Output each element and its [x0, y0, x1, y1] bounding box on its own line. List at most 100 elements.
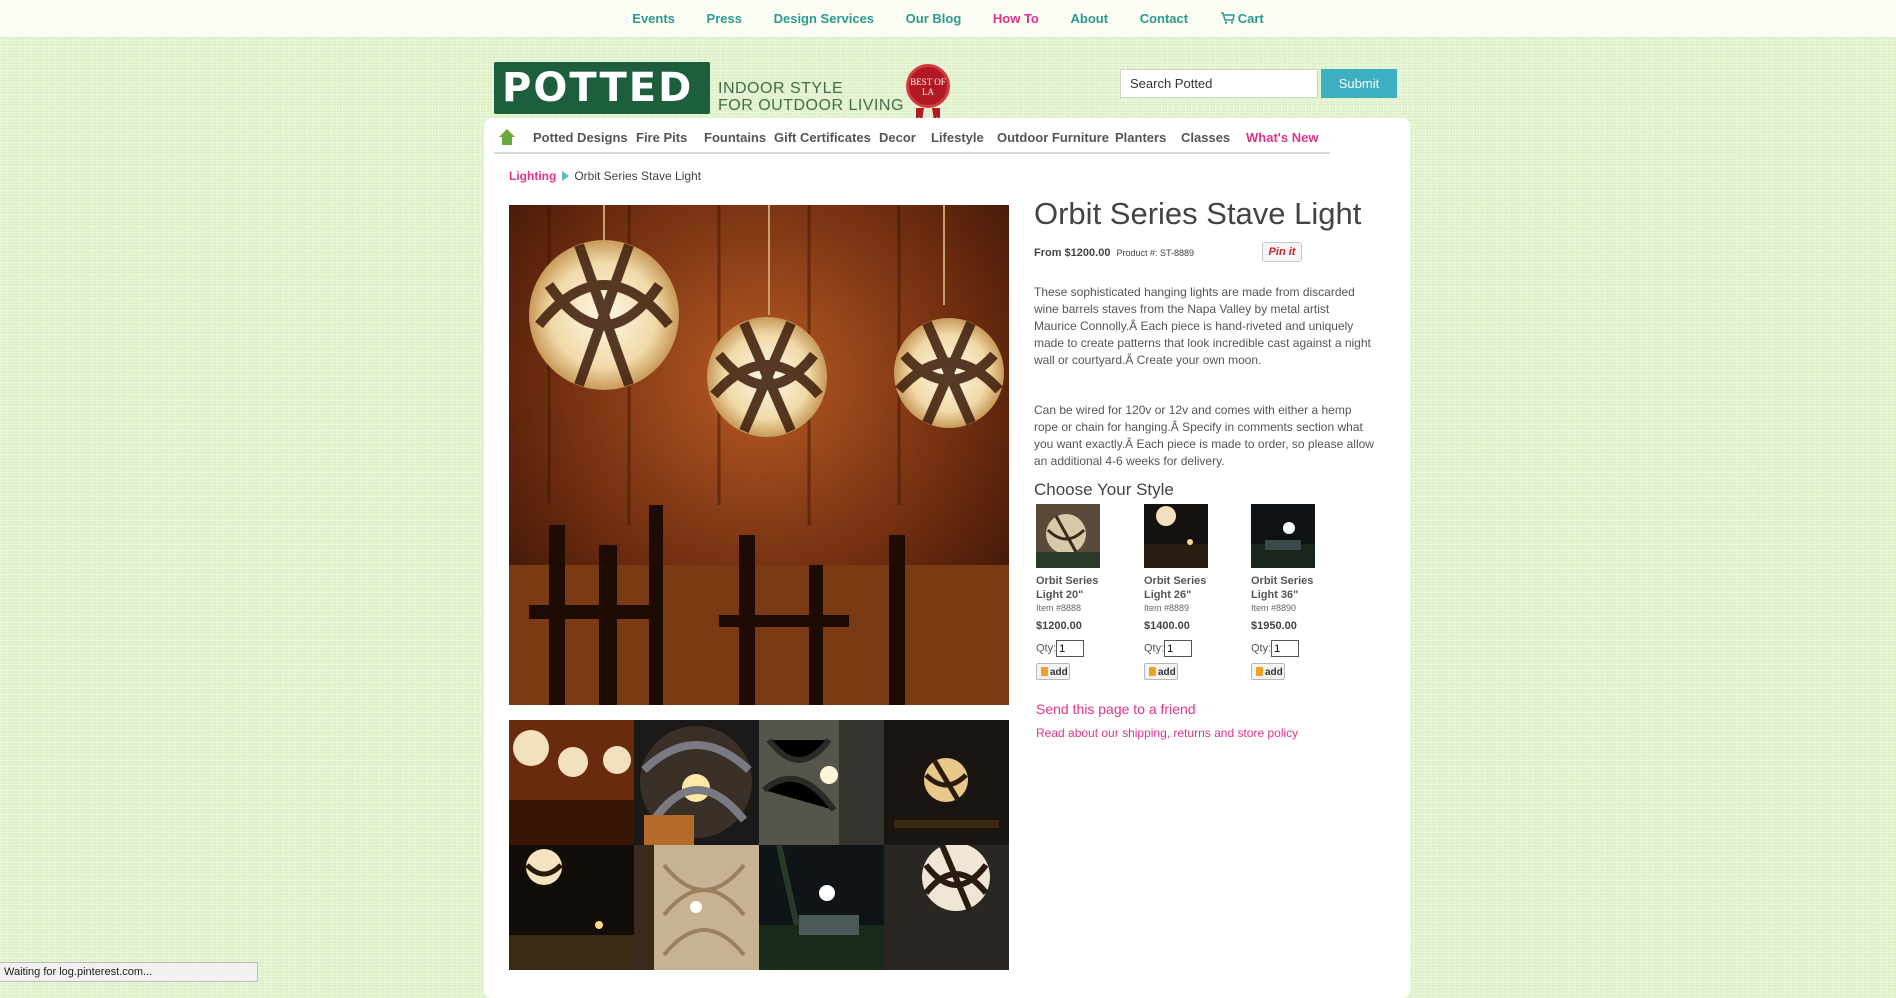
- add-to-cart-button[interactable]: add: [1036, 663, 1070, 680]
- add-label: add: [1265, 667, 1283, 678]
- product-title: Orbit Series Stave Light: [1034, 196, 1362, 231]
- choose-style-heading: Choose Your Style: [1034, 480, 1174, 499]
- style-option-item-number: Item #8888: [1036, 603, 1082, 613]
- nav-whats-new[interactable]: What's New: [1246, 130, 1318, 145]
- nav-classes[interactable]: Classes: [1181, 130, 1230, 145]
- top-nav-press[interactable]: Press: [707, 11, 742, 26]
- logo-tagline-line2: FOR OUTDOOR LIVING: [718, 97, 904, 114]
- nav-gift-certificates[interactable]: Gift Certificates: [774, 130, 871, 145]
- store-policy-link[interactable]: Read about our shipping, returns and sto…: [1036, 726, 1298, 740]
- logo-tagline-line1: INDOOR STYLE: [718, 80, 844, 97]
- top-nav-design-services[interactable]: Design Services: [774, 11, 874, 26]
- style-option-price: $1950.00: [1251, 620, 1297, 632]
- price-line: From $1200.00 Product #: ST-8889: [1034, 247, 1194, 259]
- site-logo[interactable]: POTTED INDOOR STYLE FOR OUTDOOR LIVING B…: [494, 60, 956, 120]
- style-option-qty: Qty:: [1144, 640, 1224, 657]
- style-option-image[interactable]: [1144, 504, 1208, 568]
- top-nav-cart[interactable]: Cart: [1220, 11, 1264, 26]
- thumbnail[interactable]: [759, 720, 884, 845]
- thumbnail-grid: [509, 720, 1009, 970]
- add-label: add: [1050, 667, 1068, 678]
- breadcrumb-arrow-icon: [562, 171, 570, 181]
- style-option-art: [1144, 504, 1208, 568]
- search-submit-button[interactable]: Submit: [1321, 69, 1397, 98]
- shopping-bag-icon: [1149, 667, 1156, 676]
- qty-label: Qty:: [1144, 642, 1165, 655]
- qty-label: Qty:: [1251, 642, 1272, 655]
- cart-label: Cart: [1237, 11, 1264, 26]
- nav-lifestyle[interactable]: Lifestyle: [931, 130, 984, 145]
- style-option-item-number: Item #8890: [1251, 603, 1297, 613]
- shopping-bag-icon: [1041, 667, 1048, 676]
- style-option-item-number: Item #8889: [1144, 603, 1190, 613]
- product-description-1: These sophisticated hanging lights are m…: [1034, 285, 1371, 367]
- style-option-image[interactable]: [1036, 504, 1100, 568]
- thumbnail-art: [759, 720, 884, 845]
- thumbnail-art: [634, 720, 759, 845]
- add-to-cart-button[interactable]: add: [1251, 663, 1285, 680]
- breadcrumb-lighting-link[interactable]: Lighting: [509, 169, 556, 183]
- thumbnail-art: [759, 845, 884, 970]
- style-option: Orbit Series Light 26" Item #8889 $1400.…: [1144, 504, 1224, 680]
- product-number: Product #: ST-8889: [1116, 248, 1195, 258]
- top-nav-contact[interactable]: Contact: [1140, 11, 1188, 26]
- top-nav: Events Press Design Services Our Blog Ho…: [0, 11, 1896, 26]
- search-input[interactable]: [1120, 69, 1318, 98]
- main-product-image[interactable]: [509, 205, 1009, 705]
- style-option: Orbit Series Light 20" Item #8888 $1200.…: [1036, 504, 1116, 680]
- style-option-art: [1251, 504, 1315, 568]
- style-option-price: $1200.00: [1036, 620, 1082, 632]
- style-option-qty: Qty:: [1036, 640, 1116, 657]
- top-nav-our-blog[interactable]: Our Blog: [906, 11, 962, 26]
- qty-label: Qty:: [1036, 642, 1057, 655]
- home-icon[interactable]: [498, 128, 516, 146]
- browser-status-bar: Waiting for log.pinterest.com...: [0, 962, 258, 982]
- thumbnail-art: [509, 845, 634, 970]
- nav-decor[interactable]: Decor: [879, 130, 916, 145]
- thumbnail-art: [884, 845, 1009, 970]
- cart-icon: [1220, 12, 1235, 24]
- logo-wordmark: POTTED: [502, 65, 694, 111]
- thumbnail[interactable]: [509, 720, 634, 845]
- style-option-art: [1036, 504, 1100, 568]
- logo-block: POTTED: [494, 62, 710, 114]
- style-option-name[interactable]: Orbit Series Light 20": [1036, 574, 1116, 602]
- style-option-qty: Qty:: [1251, 640, 1331, 657]
- top-nav-about[interactable]: About: [1071, 11, 1109, 26]
- thumbnail[interactable]: [884, 845, 1009, 970]
- breadcrumb: Lighting Orbit Series Stave Light: [509, 169, 701, 183]
- nav-fire-pits[interactable]: Fire Pits: [636, 130, 687, 145]
- thumbnail[interactable]: [634, 845, 759, 970]
- qty-input[interactable]: [1164, 640, 1193, 657]
- thumbnail-art: [634, 845, 759, 970]
- qty-input[interactable]: [1271, 640, 1300, 657]
- breadcrumb-current: Orbit Series Stave Light: [574, 169, 702, 183]
- send-to-friend-link[interactable]: Send this page to a friend: [1036, 701, 1196, 717]
- qty-input[interactable]: [1056, 640, 1085, 657]
- thumbnail[interactable]: [509, 845, 634, 970]
- product-description-2: Can be wired for 120v or 12v and comes w…: [1034, 403, 1374, 468]
- nav-fountains[interactable]: Fountains: [704, 130, 766, 145]
- price-from: From $1200.00: [1034, 247, 1111, 259]
- top-nav-events[interactable]: Events: [632, 11, 675, 26]
- add-to-cart-button[interactable]: add: [1144, 663, 1178, 680]
- style-option-image[interactable]: [1251, 504, 1315, 568]
- best-of-la-seal: BEST OF LA: [906, 64, 950, 108]
- add-label: add: [1158, 667, 1176, 678]
- pinterest-pin-it-button[interactable]: Pin it: [1262, 242, 1302, 262]
- nav-planters[interactable]: Planters: [1115, 130, 1166, 145]
- style-option-name[interactable]: Orbit Series Light 36": [1251, 574, 1331, 602]
- thumbnail[interactable]: [634, 720, 759, 845]
- thumbnail[interactable]: [759, 845, 884, 970]
- style-option-price: $1400.00: [1144, 620, 1190, 632]
- style-option: Orbit Series Light 36" Item #8890 $1950.…: [1251, 504, 1331, 680]
- top-nav-how-to[interactable]: How To: [993, 11, 1039, 26]
- main-image-art: [509, 205, 1009, 705]
- main-nav: Potted Designs Fire Pits Fountains Gift …: [494, 122, 1330, 154]
- thumbnail-art: [509, 720, 634, 845]
- thumbnail[interactable]: [884, 720, 1009, 845]
- nav-potted-designs[interactable]: Potted Designs: [533, 130, 628, 145]
- style-option-name[interactable]: Orbit Series Light 26": [1144, 574, 1224, 602]
- shopping-bag-icon: [1256, 667, 1263, 676]
- nav-outdoor-furniture[interactable]: Outdoor Furniture: [997, 130, 1109, 145]
